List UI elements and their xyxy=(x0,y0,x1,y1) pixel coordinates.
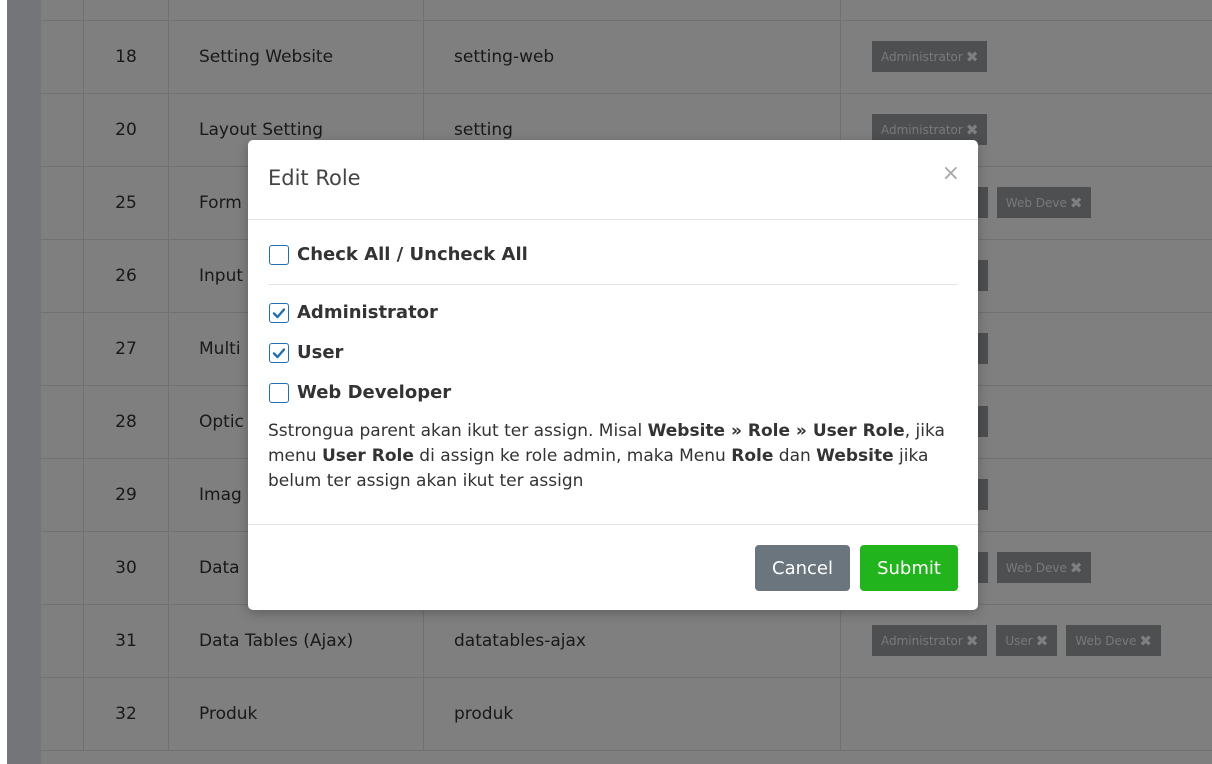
page: 18Setting Websitesetting-webAdministrato… xyxy=(0,0,1212,764)
checkbox-icon[interactable] xyxy=(269,342,289,363)
note-bold: Website xyxy=(816,446,894,466)
note-bold: Role xyxy=(731,446,774,466)
modal-body: Check All / Uncheck All Administrator Use… xyxy=(248,220,978,524)
checkbox-icon[interactable] xyxy=(269,382,289,403)
divider xyxy=(268,284,958,285)
close-icon[interactable]: × xyxy=(942,163,960,185)
note-text: Sstrongua parent akan ikut ter assign. M… xyxy=(268,421,648,441)
checkbox-icon[interactable] xyxy=(269,244,289,265)
check-all-label: Check All / Uncheck All xyxy=(297,244,528,265)
check-all-checkbox[interactable]: Check All / Uncheck All xyxy=(269,244,528,265)
role-checkbox[interactable]: Administrator xyxy=(269,302,438,323)
submit-button[interactable]: Submit xyxy=(860,545,958,591)
modal-footer: Cancel Submit xyxy=(248,524,978,611)
edit-role-modal: Edit Role × Check All / Uncheck All Admi… xyxy=(248,140,978,610)
note-text: dan xyxy=(773,446,817,466)
note-bold: Website » Role » User Role xyxy=(647,421,905,441)
modal-header: Edit Role × xyxy=(248,140,978,220)
role-checkbox-label: Web Developer xyxy=(297,382,452,403)
modal-title: Edit Role xyxy=(268,166,361,190)
checkmark-icon xyxy=(272,347,286,358)
role-checkbox-label: User xyxy=(297,342,344,363)
cancel-button[interactable]: Cancel xyxy=(755,545,850,591)
checkbox-icon[interactable] xyxy=(269,302,289,323)
role-checkbox[interactable]: Web Developer xyxy=(269,382,451,403)
role-checkbox-label: Administrator xyxy=(297,302,438,323)
role-checkbox[interactable]: User xyxy=(269,342,343,363)
left-edge xyxy=(0,0,7,764)
checkmark-icon xyxy=(272,307,286,318)
note-text: di assign ke role admin, maka Menu xyxy=(413,446,732,466)
help-note: Sstrongua parent akan ikut ter assign. M… xyxy=(268,419,962,494)
note-bold: User Role xyxy=(321,446,414,466)
